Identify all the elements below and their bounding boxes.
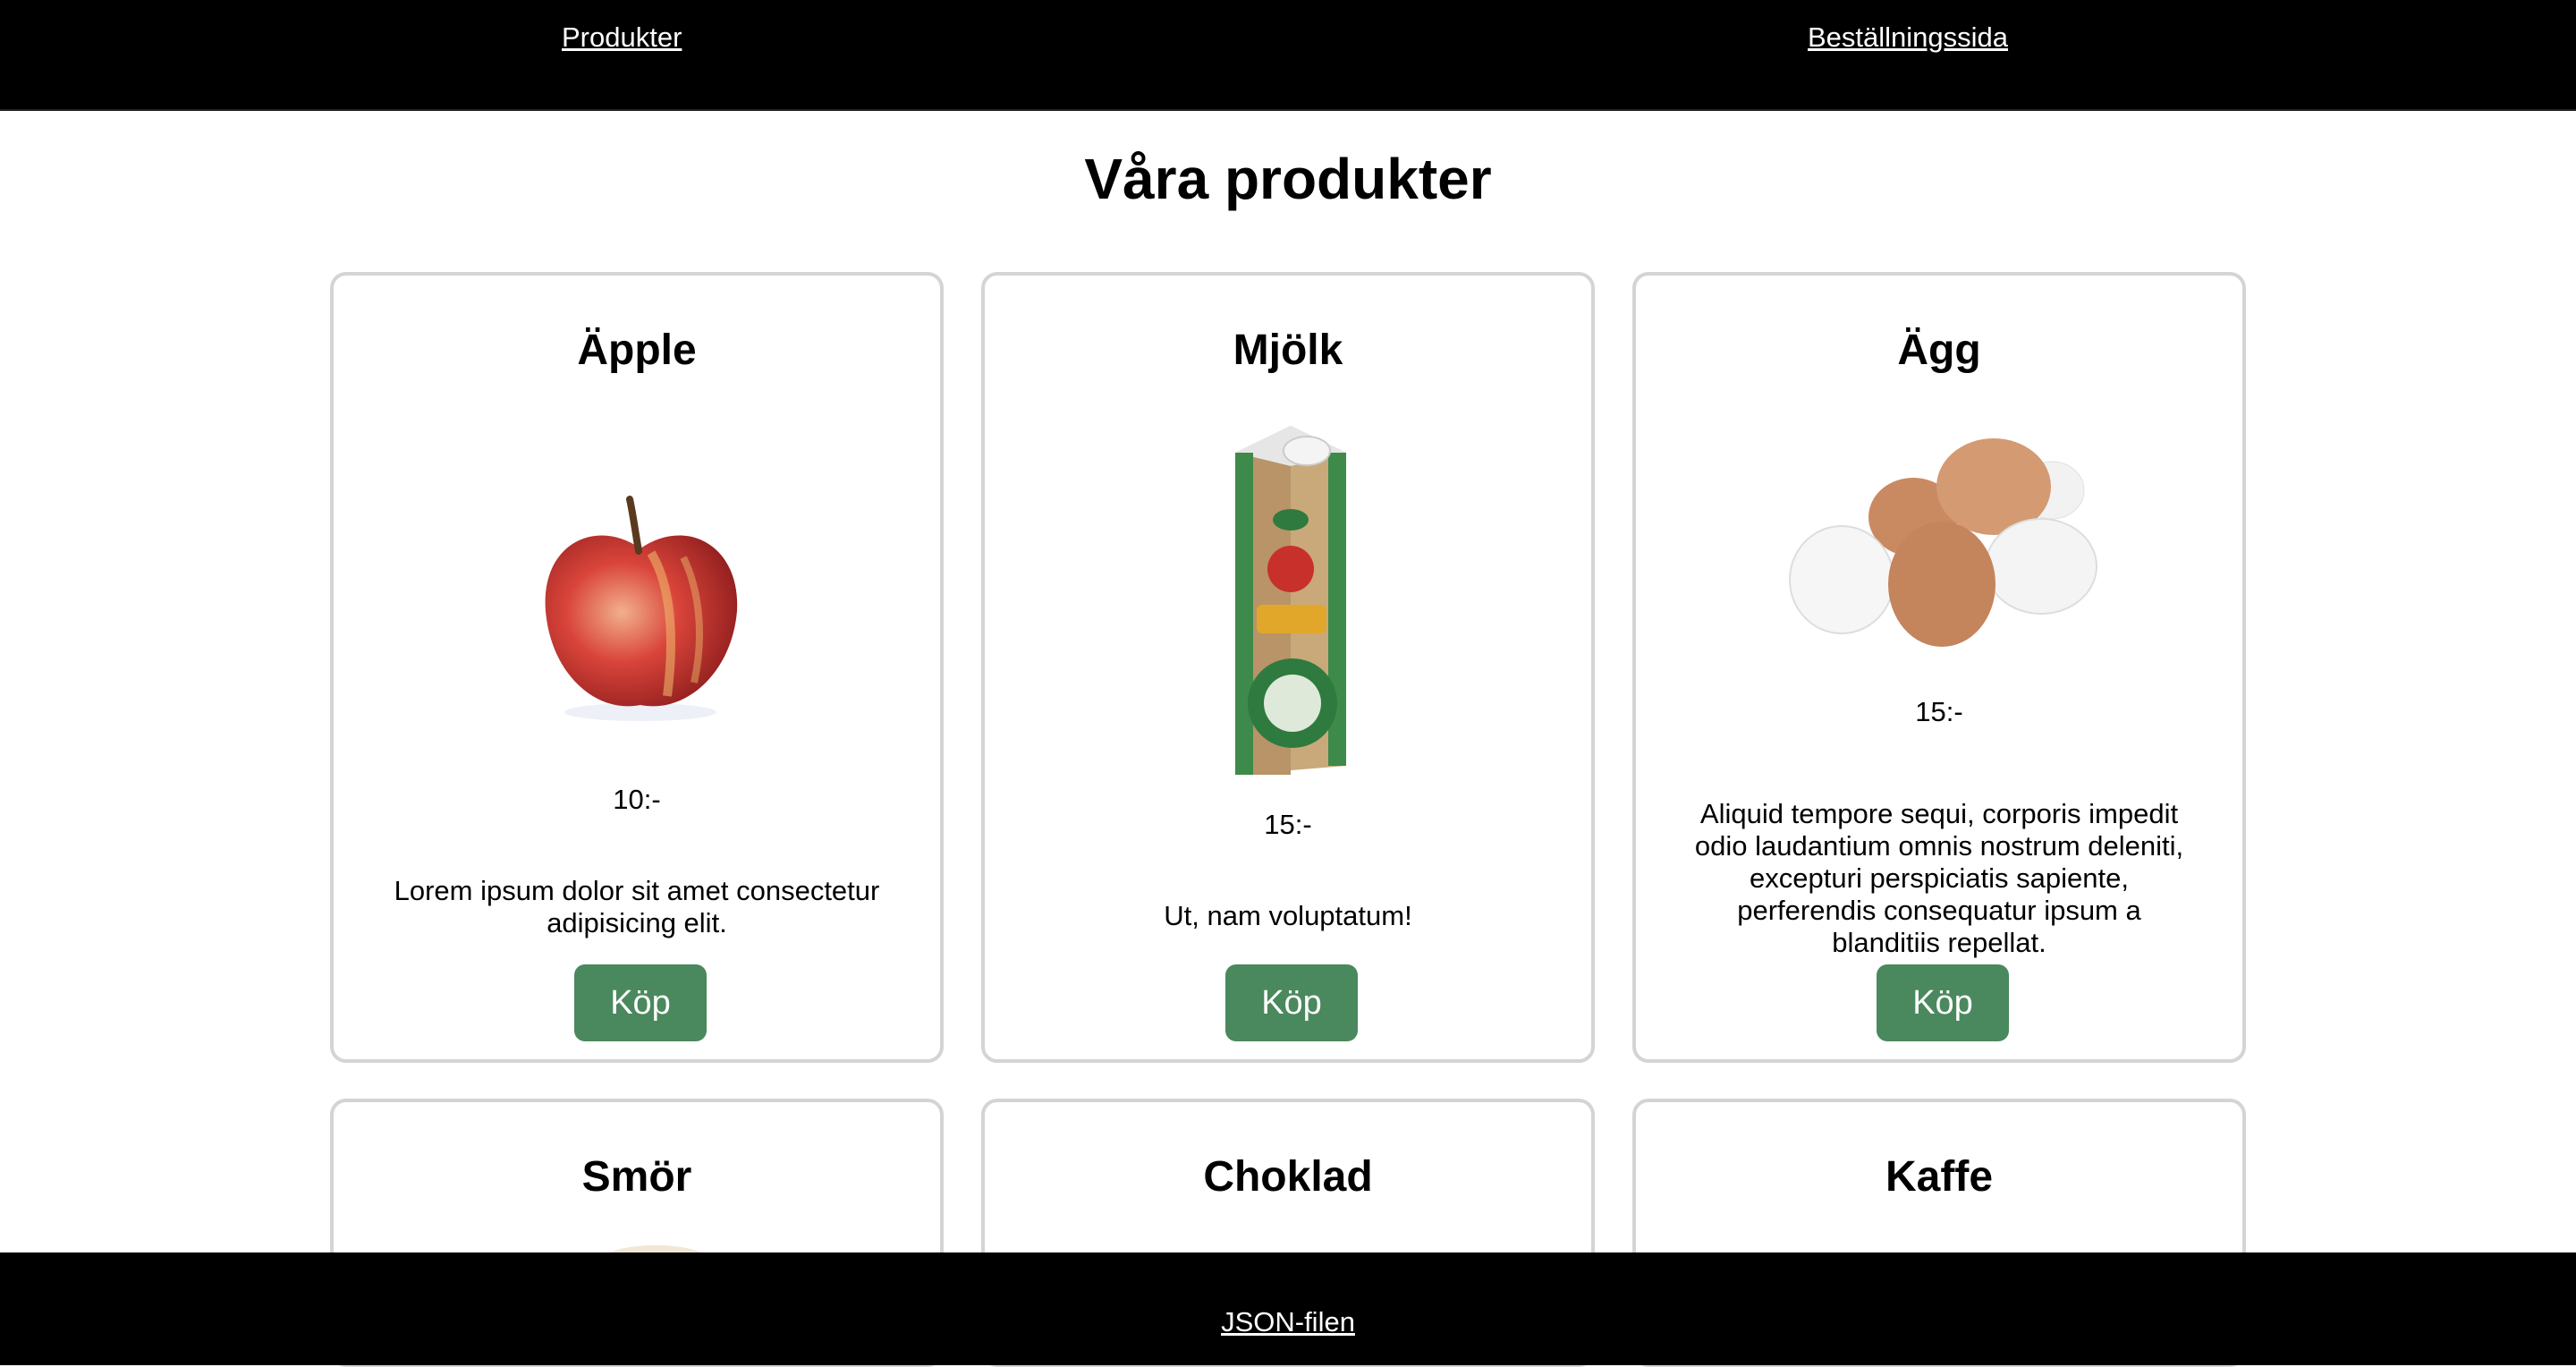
product-name: Choklad xyxy=(1203,1153,1373,1201)
product-description: Lorem ipsum dolor sit amet consectetur a… xyxy=(394,875,880,938)
product-price: 15:- xyxy=(1264,809,1312,840)
footer: JSON-filen xyxy=(0,1252,2576,1365)
milk-carton-image xyxy=(1235,426,1346,775)
product-name: Ägg xyxy=(1897,327,1981,374)
product-name: Kaffe xyxy=(1885,1153,1994,1201)
buy-button[interactable]: Köp xyxy=(1877,964,2009,1041)
nav-link-order-page[interactable]: Beställningssida xyxy=(1808,20,2008,55)
buy-button[interactable]: Köp xyxy=(1225,964,1358,1041)
product-name: Äpple xyxy=(577,327,697,374)
nav-link-products[interactable]: Produkter xyxy=(562,20,682,55)
eggs-image xyxy=(1789,438,2097,647)
product-card-apple: Äpple 10:- Lorem ipsum dolor sit amet co… xyxy=(330,272,944,1063)
product-description: Ut, nam voluptatum! xyxy=(1164,900,1412,931)
apple-image xyxy=(545,496,738,721)
buy-button[interactable]: Köp xyxy=(574,964,707,1041)
product-name: Mjölk xyxy=(1233,327,1343,374)
product-name: Smör xyxy=(581,1153,692,1201)
json-file-link[interactable]: JSON-filen xyxy=(0,1304,2576,1340)
product-price: 15:- xyxy=(1915,696,1963,727)
product-description: Aliquid tempore sequi, corporis impedit … xyxy=(1694,798,2184,958)
product-card-eggs: Ägg 15:- Aliquid tempore sequi, corporis… xyxy=(1632,272,2246,1063)
top-navigation: Produkter Beställningssida xyxy=(0,0,2576,111)
product-price: 10:- xyxy=(613,784,661,815)
page-title: Våra produkter xyxy=(1084,147,1492,211)
product-card-milk: Mjölk 15:- Ut, nam voluptatum! Köp xyxy=(981,272,1595,1063)
